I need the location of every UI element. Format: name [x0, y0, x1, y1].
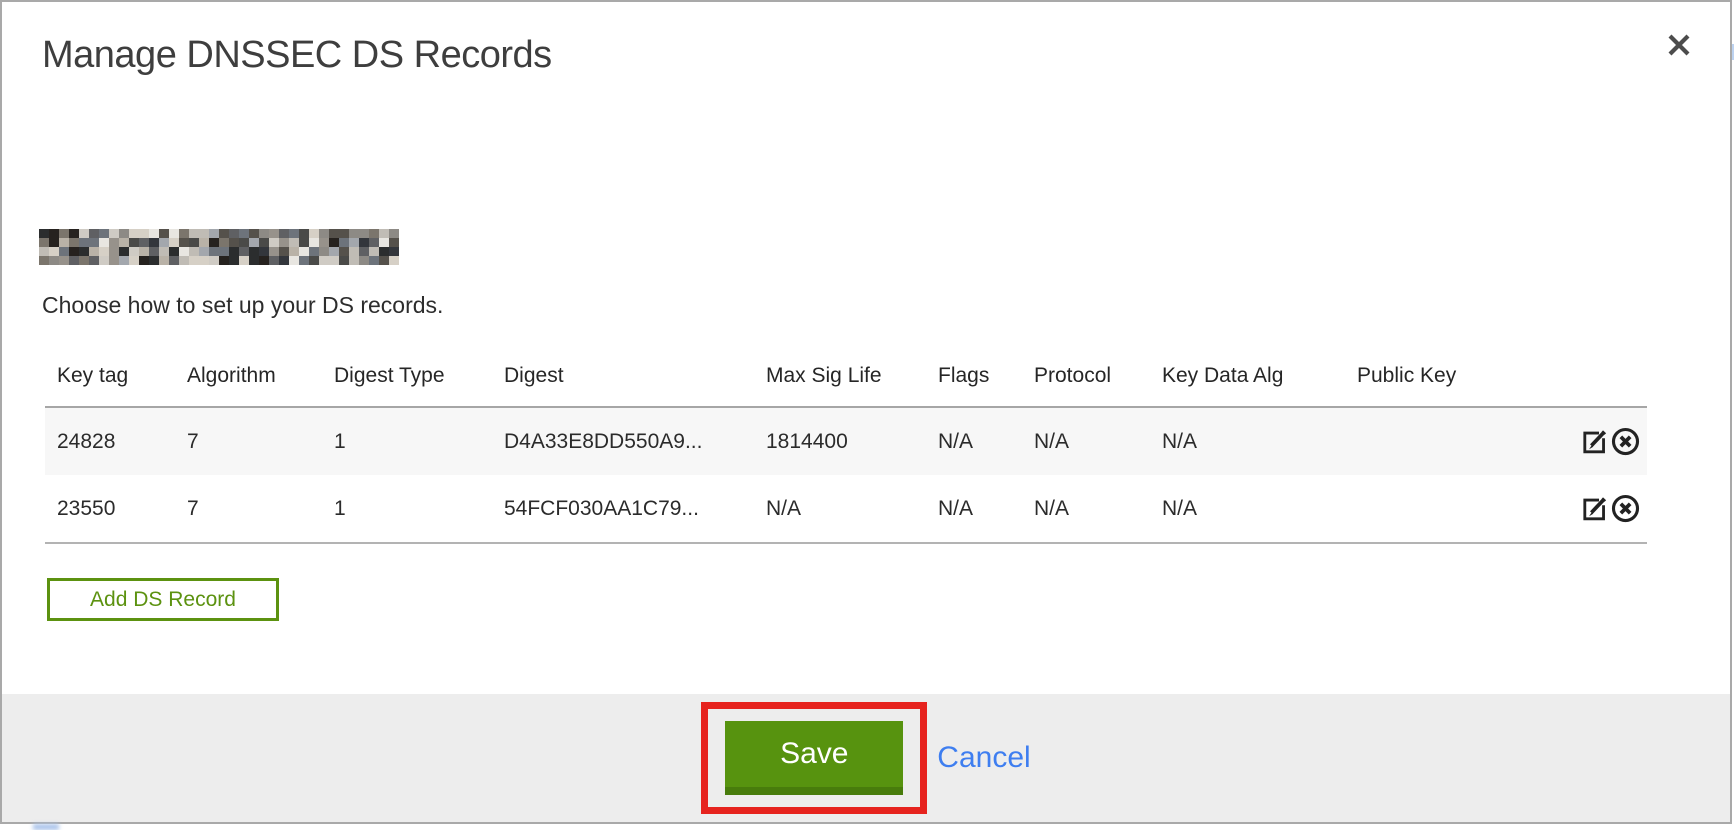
- domain-name-redacted: [39, 229, 399, 265]
- table-header-row: Key tag Algorithm Digest Type Digest Max…: [45, 364, 1647, 407]
- cell-algorithm: 7: [187, 407, 334, 475]
- col-header-public-key: Public Key: [1357, 364, 1562, 407]
- col-header-key-data-alg: Key Data Alg: [1162, 364, 1357, 407]
- cell-public-key: [1357, 407, 1562, 475]
- instructions-text: Choose how to set up your DS records.: [42, 292, 443, 319]
- edit-record-button[interactable]: [1579, 426, 1610, 457]
- cell-key-data-alg: N/A: [1162, 407, 1357, 475]
- red-highlight-annotation: Save: [701, 702, 927, 814]
- edit-icon: [1579, 439, 1610, 462]
- cell-max-sig-life: 1814400: [766, 407, 938, 475]
- cell-public-key: [1357, 475, 1562, 543]
- table-row: 24828 7 1 D4A33E8DD550A9... 1814400 N/A …: [45, 407, 1647, 475]
- cell-key-data-alg: N/A: [1162, 475, 1357, 543]
- cell-protocol: N/A: [1034, 475, 1162, 543]
- delete-record-button[interactable]: [1610, 493, 1641, 524]
- manage-dnssec-modal: Manage DNSSEC DS Records Choose how to s…: [0, 0, 1732, 824]
- edit-record-button[interactable]: [1579, 493, 1610, 524]
- edit-icon: [1579, 506, 1610, 529]
- delete-record-button[interactable]: [1610, 426, 1641, 457]
- table-row: 23550 7 1 54FCF030AA1C79... N/A N/A N/A …: [45, 475, 1647, 543]
- col-header-flags: Flags: [938, 364, 1034, 407]
- col-header-digest: Digest: [504, 364, 766, 407]
- save-button[interactable]: Save: [725, 721, 903, 795]
- cell-flags: N/A: [938, 475, 1034, 543]
- col-header-algorithm: Algorithm: [187, 364, 334, 407]
- col-header-key-tag: Key tag: [45, 364, 187, 407]
- cell-flags: N/A: [938, 407, 1034, 475]
- cancel-link[interactable]: Cancel: [937, 741, 1030, 775]
- col-header-actions: [1562, 364, 1647, 407]
- cell-max-sig-life: N/A: [766, 475, 938, 543]
- ds-records-table: Key tag Algorithm Digest Type Digest Max…: [45, 364, 1647, 544]
- row-actions: [1562, 475, 1647, 543]
- cell-key-tag: 24828: [45, 407, 187, 475]
- add-ds-record-button[interactable]: Add DS Record: [47, 578, 279, 621]
- cell-key-tag: 23550: [45, 475, 187, 543]
- page-title: Manage DNSSEC DS Records: [42, 34, 552, 77]
- circle-x-icon: [1610, 506, 1641, 529]
- row-actions: [1562, 407, 1647, 475]
- cell-digest-type: 1: [334, 475, 504, 543]
- cell-digest-type: 1: [334, 407, 504, 475]
- col-header-digest-type: Digest Type: [334, 364, 504, 407]
- background-page-artifact: [33, 824, 59, 830]
- col-header-max-sig-life: Max Sig Life: [766, 364, 938, 407]
- close-icon: [1666, 32, 1692, 63]
- cell-algorithm: 7: [187, 475, 334, 543]
- col-header-protocol: Protocol: [1034, 364, 1162, 407]
- cell-digest: D4A33E8DD550A9...: [504, 407, 766, 475]
- circle-x-icon: [1610, 439, 1641, 462]
- modal-footer: Save Cancel: [2, 694, 1730, 822]
- cell-protocol: N/A: [1034, 407, 1162, 475]
- close-button[interactable]: [1660, 28, 1698, 66]
- cell-digest: 54FCF030AA1C79...: [504, 475, 766, 543]
